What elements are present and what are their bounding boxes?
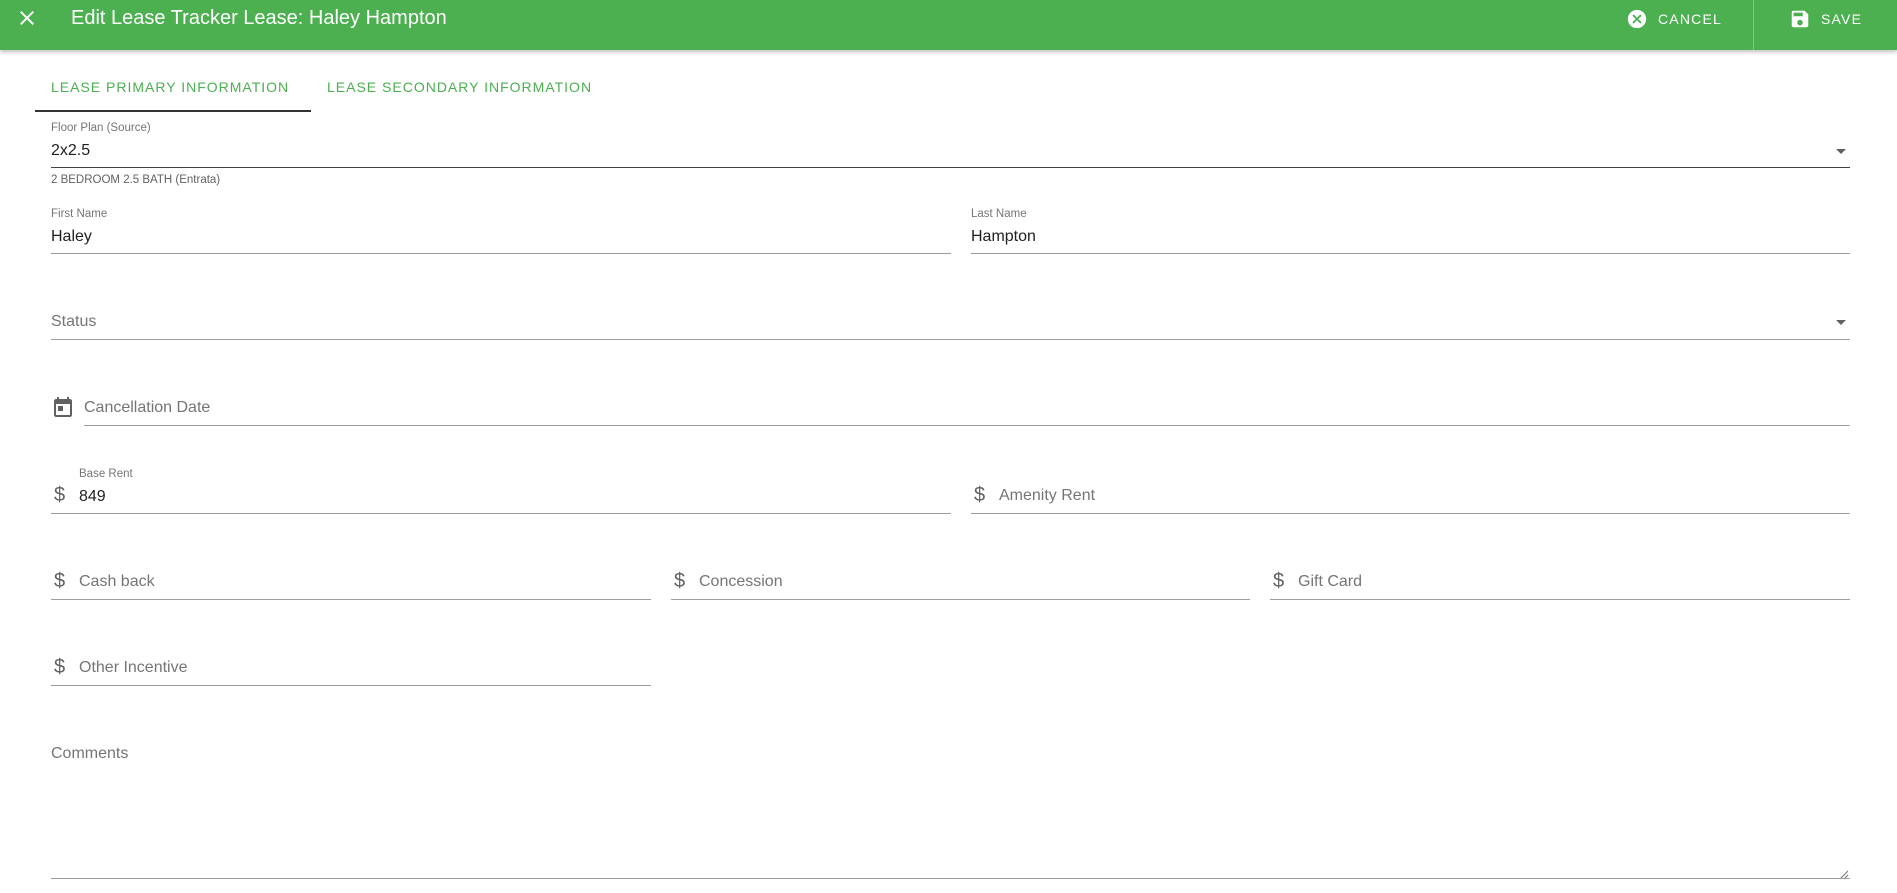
first-name-underline (51, 253, 951, 254)
status-underline (51, 339, 1850, 340)
dollar-icon: $ (54, 484, 66, 506)
amenity-rent-field[interactable]: $ Amenity Rent (971, 479, 1850, 515)
concession-placeholder: Concession (699, 573, 783, 590)
toolbar-divider (1753, 0, 1754, 50)
dollar-icon: $ (54, 570, 66, 592)
other-incentive-underline (51, 685, 651, 686)
cancellation-date-field[interactable]: Cancellation Date (84, 391, 1850, 427)
save-label: SAVE (1821, 11, 1863, 27)
cancel-button[interactable]: CANCEL (1626, 0, 1722, 38)
floor-plan-hint: 2 BEDROOM 2.5 BATH (Entrata) (51, 174, 221, 186)
first-name-label: First Name (51, 208, 108, 220)
comments-placeholder: Comments (51, 745, 129, 762)
cancellation-date-placeholder: Cancellation Date (84, 399, 211, 416)
comments-textarea[interactable]: Comments (51, 737, 1850, 880)
status-placeholder: Status (51, 313, 97, 330)
chevron-down-icon (1836, 320, 1846, 325)
tab-lease-primary-information[interactable]: LEASE PRIMARY INFORMATION (35, 72, 311, 112)
resize-handle-icon[interactable] (1839, 867, 1849, 880)
dollar-icon: $ (674, 570, 686, 592)
app-toolbar: Edit Lease Tracker Lease: Haley Hampton … (0, 0, 1897, 50)
last-name-label: Last Name (971, 208, 1027, 220)
calendar-icon[interactable] (51, 396, 75, 420)
floor-plan-label: Floor Plan (Source) (51, 122, 151, 134)
close-icon[interactable] (15, 6, 39, 30)
floor-plan-value: 2x2.5 (51, 142, 91, 159)
cancel-circle-icon (1626, 8, 1648, 30)
cash-back-underline (51, 599, 651, 600)
gift-card-field[interactable]: $ Gift Card (1270, 565, 1850, 601)
last-name-value: Hampton (971, 228, 1036, 245)
dollar-icon: $ (54, 656, 66, 678)
concession-underline (671, 599, 1250, 600)
base-rent-underline (51, 513, 951, 514)
floppy-disk-icon (1789, 8, 1811, 30)
amenity-rent-placeholder: Amenity Rent (999, 487, 1096, 504)
first-name-field[interactable]: First Name Haley (51, 207, 951, 255)
base-rent-value: 849 (79, 488, 106, 505)
base-rent-label: Base Rent (79, 468, 133, 480)
chevron-down-icon (1836, 149, 1846, 154)
status-select[interactable]: Status (51, 305, 1850, 341)
cancellation-date-underline (84, 425, 1850, 426)
floor-plan-underline (51, 167, 1850, 168)
save-button[interactable]: SAVE (1789, 0, 1862, 38)
tab-label: LEASE PRIMARY INFORMATION (51, 79, 290, 95)
last-name-underline (971, 253, 1850, 254)
floor-plan-select[interactable]: Floor Plan (Source) 2x2.5 2 BEDROOM 2.5 … (51, 121, 1850, 186)
other-incentive-placeholder: Other Incentive (79, 659, 188, 676)
gift-card-underline (1270, 599, 1850, 600)
amenity-rent-underline (971, 513, 1850, 514)
cancel-label: CANCEL (1658, 11, 1722, 27)
gift-card-placeholder: Gift Card (1298, 573, 1363, 590)
comments-underline (51, 878, 1850, 879)
tab-label: LEASE SECONDARY INFORMATION (327, 79, 593, 95)
cash-back-field[interactable]: $ Cash back (51, 565, 651, 601)
cash-back-placeholder: Cash back (79, 573, 155, 590)
page-title: Edit Lease Tracker Lease: Haley Hampton (71, 7, 447, 29)
first-name-value: Haley (51, 228, 92, 245)
base-rent-field[interactable]: $ Base Rent 849 (51, 467, 951, 515)
concession-field[interactable]: $ Concession (671, 565, 1250, 601)
other-incentive-field[interactable]: $ Other Incentive (51, 651, 651, 687)
dollar-icon: $ (974, 484, 986, 506)
last-name-field[interactable]: Last Name Hampton (971, 207, 1850, 255)
dollar-icon: $ (1273, 570, 1285, 592)
